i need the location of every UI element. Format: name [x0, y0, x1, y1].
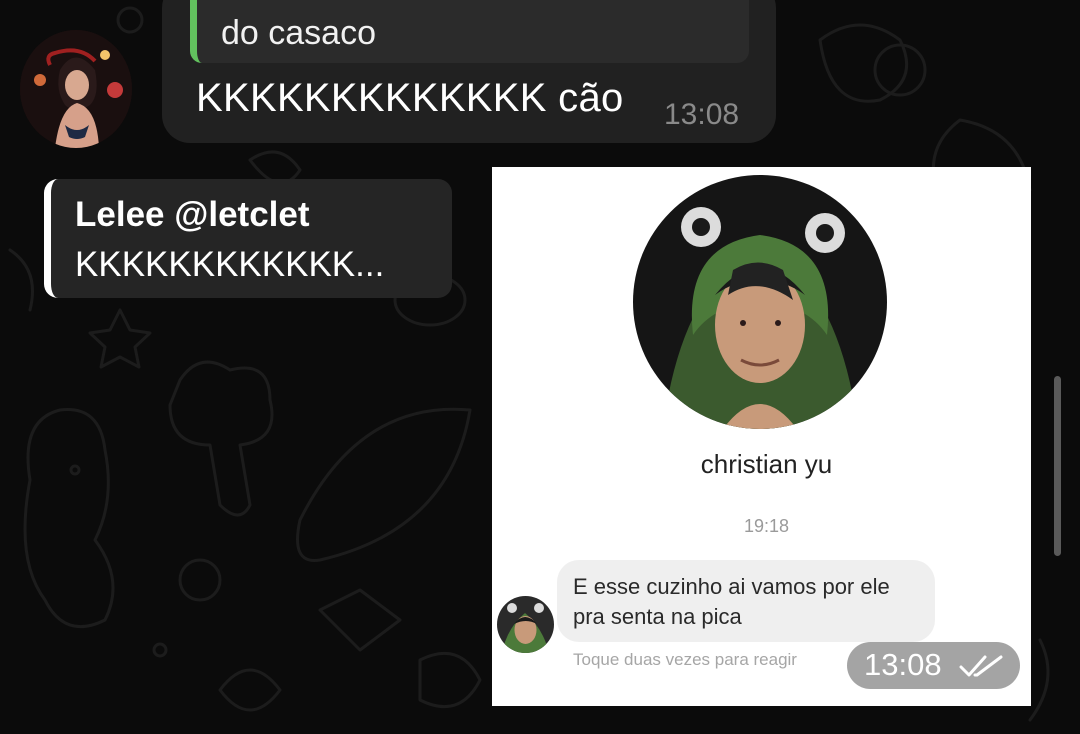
reply-sender-name: Lelee @letclet: [75, 195, 310, 234]
inner-message-line: E esse cuzinho ai vamos por ele: [573, 574, 890, 599]
quoted-message-text: do casaco: [221, 14, 376, 52]
sender-avatar[interactable]: [20, 30, 132, 148]
profile-photo: [633, 175, 887, 429]
inner-avatar: [497, 596, 554, 653]
inner-timestamp: 19:18: [744, 516, 790, 536]
image-message[interactable]: christian yu 19:18 E esse cuzinho ai vam…: [492, 167, 1031, 706]
quoted-message[interactable]: do casaco: [190, 0, 749, 63]
incoming-message-bubble[interactable]: do casaco KKKKKKKKKKKKK cão 13:08: [162, 0, 776, 143]
scrollbar[interactable]: [1054, 376, 1061, 556]
profile-name: christian yu: [700, 449, 833, 479]
message-time: 13:08: [664, 98, 740, 131]
message-text: KKKKKKKKKKKKK cão: [196, 76, 624, 120]
inner-reaction-hint: Toque duas vezes para reagir: [573, 650, 797, 669]
image-message-time: 13:08: [864, 647, 942, 682]
inner-message-line: pra senta na pica: [573, 604, 742, 629]
double-check-icon: [959, 655, 1003, 677]
inner-message-bubble: E esse cuzinho ai vamos por ele pra sent…: [557, 560, 935, 642]
image-time-badge: 13:08: [847, 642, 1020, 689]
reply-preview-text: KKKKKKKKKKKK...: [75, 245, 385, 284]
reply-preview[interactable]: Lelee @letclet KKKKKKKKKKKK...: [44, 179, 452, 298]
